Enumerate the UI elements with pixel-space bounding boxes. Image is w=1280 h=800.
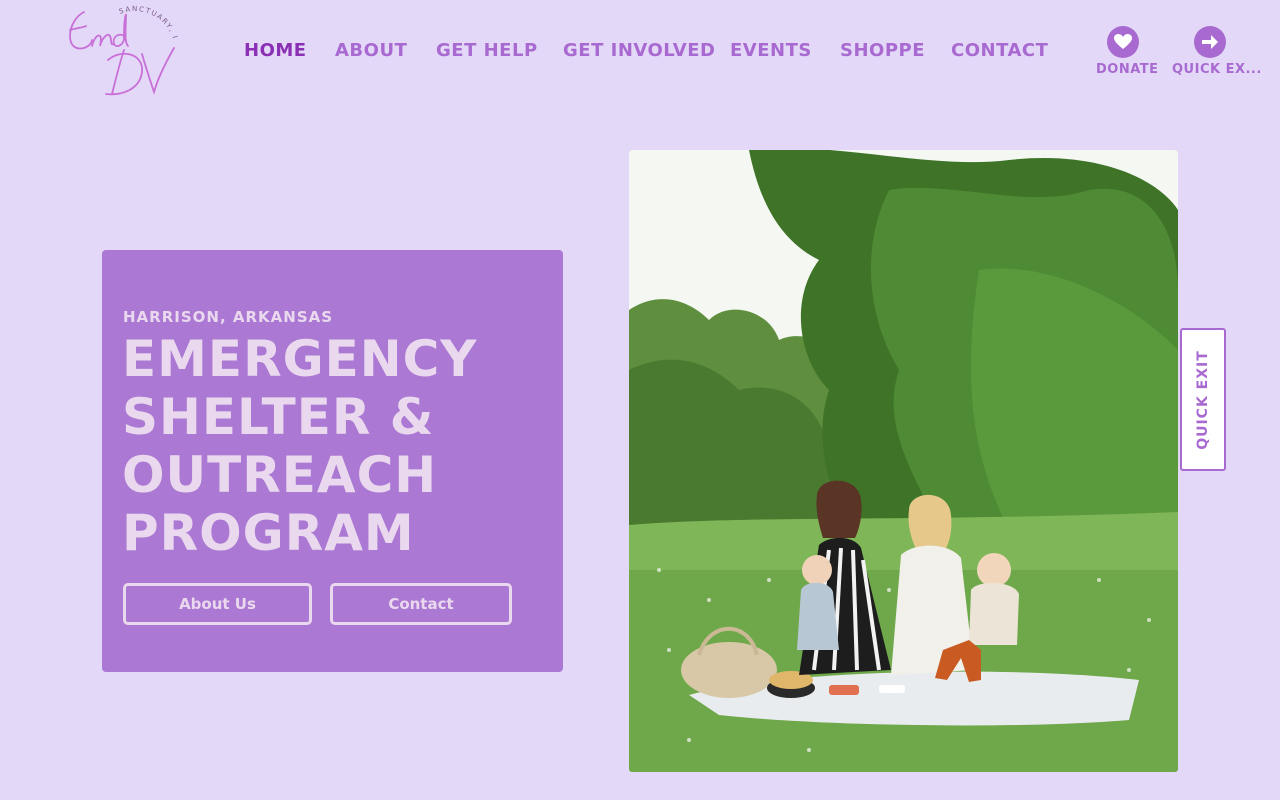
nav-item-events[interactable]: EVENTS — [730, 38, 812, 64]
about-us-button[interactable]: About Us — [123, 583, 312, 625]
hero-title: EMERGENCY SHELTER & OUTREACH PROGRAM — [122, 330, 478, 562]
quick-exit-circle — [1194, 26, 1226, 58]
hero-card: HARRISON, ARKANSAS EMERGENCY SHELTER & O… — [102, 250, 563, 672]
nav-item-get-help[interactable]: GET HELP — [436, 38, 538, 64]
donate-label: DONATE — [1096, 62, 1159, 77]
hero-photo — [629, 150, 1178, 772]
quick-exit-header-label: QUICK EX... — [1172, 62, 1262, 77]
nav-item-get-involved[interactable]: GET INVOLVED — [563, 38, 715, 64]
donate-circle — [1107, 26, 1139, 58]
nav-item-about[interactable]: ABOUT — [335, 38, 407, 64]
quick-exit-header-button[interactable]: QUICK EX... — [1172, 26, 1262, 77]
nav-item-contact[interactable]: CONTACT — [951, 38, 1048, 64]
logo-mark: SANCTUARY, INC. — [59, 0, 178, 96]
heart-icon — [1114, 34, 1132, 49]
nav-item-home[interactable]: HOME — [244, 38, 307, 64]
quick-exit-side-tab[interactable]: QUICK EXIT — [1180, 328, 1226, 471]
family-picnic-image — [629, 150, 1178, 772]
contact-button[interactable]: Contact — [330, 583, 512, 625]
arrow-right-icon — [1202, 35, 1218, 49]
quick-exit-side-label: QUICK EXIT — [1195, 349, 1211, 450]
donate-button[interactable]: DONATE — [1096, 26, 1159, 77]
hero-location: HARRISON, ARKANSAS — [123, 308, 334, 326]
nav-item-shoppe[interactable]: SHOPPE — [840, 38, 925, 64]
site-logo[interactable]: SANCTUARY, INC. — [59, 0, 180, 98]
